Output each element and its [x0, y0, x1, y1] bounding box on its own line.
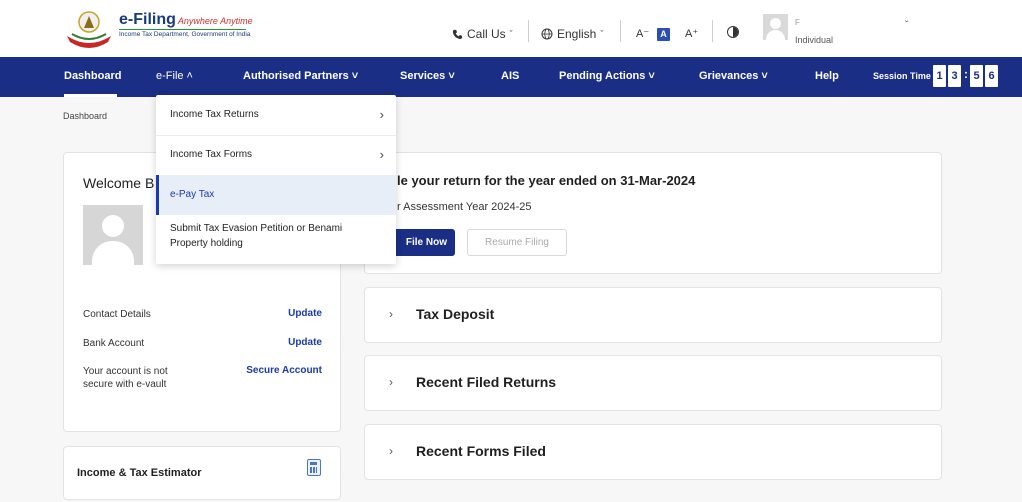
brand-title[interactable]: e-Filing Anywhere Anytime — [119, 11, 253, 29]
estimator-label: Income & Tax Estimator — [77, 467, 202, 479]
nav-grievances[interactable]: Grievances ˅ — [699, 70, 768, 82]
efile-dropdown-menu: Income Tax Returns › Income Tax Forms › … — [156, 95, 396, 264]
profile-photo — [83, 205, 143, 265]
brand-name: e-Filing — [119, 11, 176, 28]
divider — [620, 20, 621, 42]
nav-pending-actions[interactable]: Pending Actions ˅ — [559, 70, 655, 82]
secure-account-link[interactable]: Secure Account — [246, 365, 322, 376]
chevron-down-icon: ˇ — [600, 29, 604, 39]
chevron-down-icon: ˇ — [509, 29, 513, 39]
nav-dashboard[interactable]: Dashboard — [64, 70, 121, 82]
chevron-right-icon: › — [379, 147, 384, 162]
assessment-year-label: r Assessment Year 2024-25 — [397, 201, 532, 213]
contrast-icon[interactable] — [727, 26, 739, 38]
language-label: English — [557, 27, 597, 41]
menu-item-label: e-Pay Tax — [170, 189, 215, 200]
nav-active-indicator — [64, 94, 117, 97]
menu-item-e-pay-tax[interactable]: e-Pay Tax — [156, 175, 396, 215]
chevron-right-icon: › — [389, 444, 393, 458]
bank-update-link[interactable]: Update — [288, 337, 322, 348]
menu-item-tax-evasion-petition[interactable]: Submit Tax Evasion Petition or Benami Pr… — [156, 221, 396, 261]
vault-status-label: Your account is not secure with e-vault — [83, 366, 168, 390]
contact-update-link[interactable]: Update — [288, 308, 322, 319]
session-digit: 6 — [985, 65, 998, 87]
nav-services[interactable]: Services ˅ — [400, 70, 455, 82]
nav-authorised-partners[interactable]: Authorised Partners ˅ — [243, 70, 358, 82]
recent-forms-filed-accordion[interactable]: › Recent Forms Filed — [364, 424, 942, 480]
session-digit: 3 — [948, 65, 961, 87]
divider — [712, 20, 713, 42]
menu-item-label: Submit Tax Evasion Petition or Benami Pr… — [170, 223, 343, 249]
chevron-down-icon[interactable]: ˇ — [905, 20, 908, 31]
accordion-title: Tax Deposit — [416, 306, 495, 322]
session-time-label: Session Time — [873, 71, 931, 81]
bank-account-label: Bank Account — [83, 338, 145, 349]
divider — [528, 20, 529, 42]
brand-tagline: Anywhere Anytime — [177, 16, 253, 26]
brand-underline — [119, 29, 246, 30]
contact-details-label: Contact Details — [83, 309, 151, 320]
call-us-label: Call Us — [467, 27, 506, 41]
globe-icon — [541, 28, 553, 40]
accordion-title: Recent Filed Returns — [416, 374, 557, 390]
nav-efile[interactable]: e-File ˄ — [156, 70, 193, 82]
chevron-right-icon: › — [389, 307, 393, 321]
nav-help[interactable]: Help — [815, 70, 839, 82]
nav-ais[interactable]: AIS — [501, 70, 519, 82]
accordion-title: Recent Forms Filed — [416, 443, 546, 459]
avatar[interactable] — [763, 14, 788, 40]
breadcrumb[interactable]: Dashboard — [63, 111, 107, 121]
chevron-right-icon: › — [379, 107, 384, 122]
session-digit: 1 — [933, 65, 946, 87]
language-select[interactable]: English ˇ — [541, 27, 603, 41]
menu-item-label: Income Tax Returns — [170, 109, 259, 120]
calculator-icon — [307, 459, 321, 476]
phone-icon — [452, 29, 463, 39]
welcome-heading: Welcome B — [83, 175, 155, 191]
file-return-card: le your return for the year ended on 31-… — [364, 152, 942, 274]
menu-item-income-tax-forms[interactable]: Income Tax Forms › — [156, 136, 396, 174]
income-tax-estimator-card[interactable]: Income & Tax Estimator — [63, 446, 341, 500]
file-return-title: le your return for the year ended on 31-… — [397, 173, 696, 188]
resume-filing-button[interactable]: Resume Filing — [467, 229, 567, 256]
main-nav: Dashboard e-File ˄ Authorised Partners ˅… — [0, 57, 1022, 97]
font-normal-button[interactable]: A — [657, 28, 670, 41]
call-us-menu[interactable]: Call Us ˇ — [452, 27, 513, 41]
user-name: F — [795, 18, 800, 27]
font-decrease-button[interactable]: A⁻ — [636, 27, 649, 40]
font-increase-button[interactable]: A⁺ — [685, 27, 698, 40]
emblem-logo[interactable] — [64, 10, 114, 48]
chevron-right-icon: › — [389, 375, 393, 389]
session-digit: 5 — [970, 65, 983, 87]
menu-item-income-tax-returns[interactable]: Income Tax Returns › — [156, 95, 396, 135]
top-header: e-Filing Anywhere Anytime Income Tax Depa… — [0, 0, 1022, 57]
session-colon: : — [964, 67, 968, 81]
user-role: Individual — [795, 35, 834, 45]
menu-item-label: Income Tax Forms — [170, 149, 253, 160]
brand-subtitle: Income Tax Department, Government of Ind… — [119, 31, 251, 38]
recent-filed-returns-accordion[interactable]: › Recent Filed Returns — [364, 355, 942, 411]
file-now-button[interactable]: File Now — [387, 229, 455, 256]
tax-deposit-accordion[interactable]: › Tax Deposit — [364, 287, 942, 343]
